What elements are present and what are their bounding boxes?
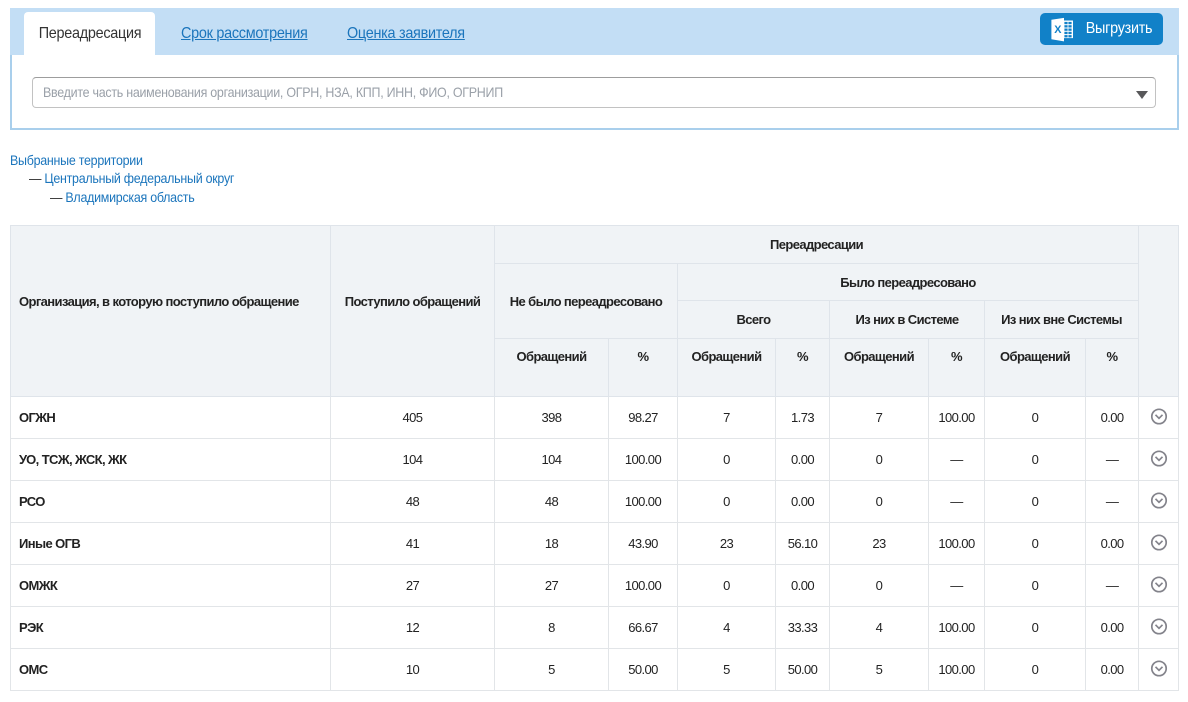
svg-text:X: X bbox=[1054, 24, 1062, 36]
